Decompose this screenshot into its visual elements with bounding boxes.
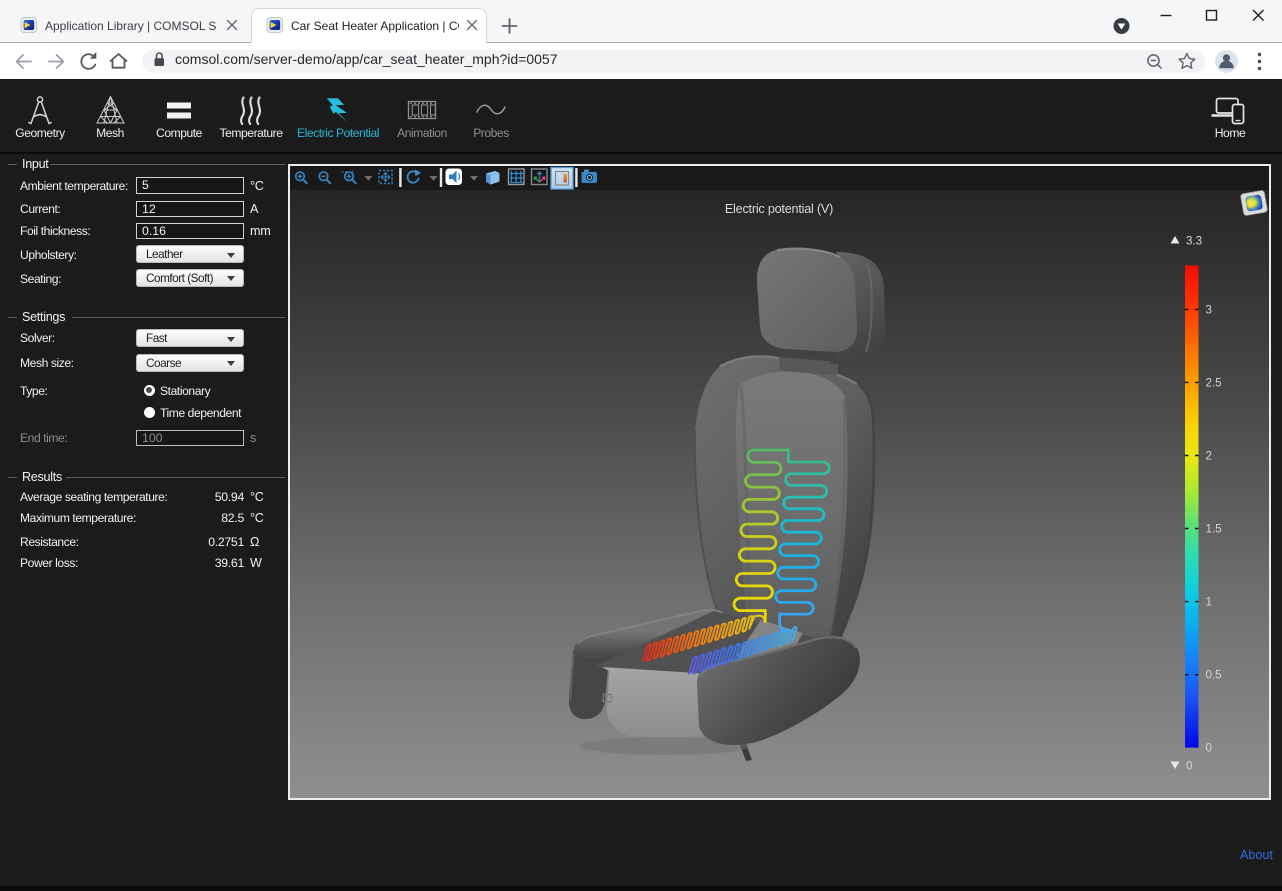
svg-text:2.5: 2.5 [1206, 376, 1222, 389]
svg-text:0: 0 [1206, 742, 1212, 755]
svg-text:0: 0 [1186, 760, 1192, 773]
svg-text:1: 1 [1206, 596, 1212, 609]
svg-text:3: 3 [1206, 303, 1212, 316]
svg-text:Electric potential (V): Electric potential (V) [725, 202, 833, 216]
svg-text:1.5: 1.5 [1206, 523, 1222, 536]
svg-text:3.3: 3.3 [1186, 235, 1202, 248]
svg-text:0.5: 0.5 [1206, 669, 1222, 682]
svg-text:2: 2 [1206, 450, 1212, 463]
